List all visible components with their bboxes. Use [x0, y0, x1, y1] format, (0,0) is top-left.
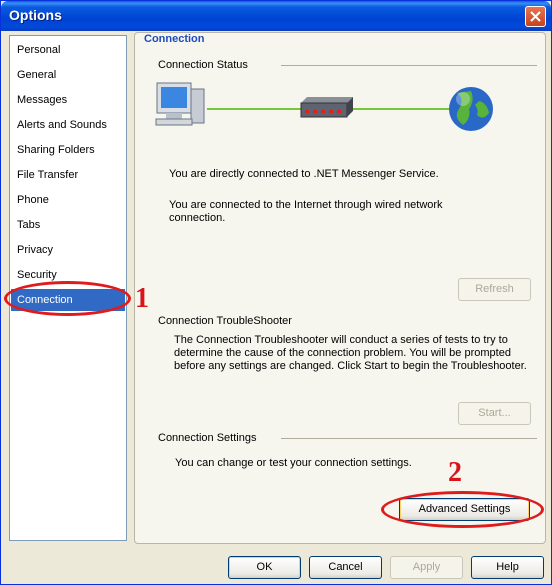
- connection-status-header: Connection Status: [158, 59, 248, 71]
- close-icon: [530, 11, 541, 22]
- help-button[interactable]: Help: [471, 556, 544, 579]
- start-button[interactable]: Start...: [458, 402, 531, 425]
- sidebar-item-alerts-and-sounds[interactable]: Alerts and Sounds: [11, 114, 125, 136]
- annotation-ellipse-2: [381, 491, 544, 528]
- sidebar-item-personal[interactable]: Personal: [11, 39, 125, 61]
- sidebar-item-tabs[interactable]: Tabs: [11, 214, 125, 236]
- connection-settings-header: Connection Settings: [158, 432, 257, 444]
- router-icon: [300, 97, 353, 118]
- connection-diagram: [155, 82, 493, 131]
- sidebar-item-general[interactable]: General: [11, 64, 125, 86]
- annotation-ellipse-1: [4, 281, 131, 316]
- window-title: Options: [9, 7, 62, 23]
- options-dialog: Options Personal General Messages Alerts…: [0, 0, 552, 585]
- panel-title: Connection: [142, 33, 207, 45]
- divider: [281, 65, 537, 66]
- sidebar-item-messages[interactable]: Messages: [11, 89, 125, 111]
- computer-icon: [155, 82, 205, 126]
- globe-icon: [449, 87, 493, 131]
- divider: [281, 438, 537, 439]
- refresh-button[interactable]: Refresh: [458, 278, 531, 301]
- apply-button[interactable]: Apply: [390, 556, 463, 579]
- direct-connection-text: You are directly connected to .NET Messe…: [169, 168, 439, 180]
- ok-button[interactable]: OK: [228, 556, 301, 579]
- sidebar-item-privacy[interactable]: Privacy: [11, 239, 125, 261]
- sidebar-item-file-transfer[interactable]: File Transfer: [11, 164, 125, 186]
- internet-connection-text: You are connected to the Internet throug…: [169, 199, 443, 224]
- close-button[interactable]: [525, 6, 546, 27]
- title-bar[interactable]: Options: [1, 1, 551, 31]
- cancel-button[interactable]: Cancel: [309, 556, 382, 579]
- connection-panel: Connection Connection Status You are dir…: [134, 32, 546, 544]
- sidebar-item-sharing-folders[interactable]: Sharing Folders: [11, 139, 125, 161]
- settings-description: You can change or test your connection s…: [175, 457, 412, 469]
- sidebar-item-phone[interactable]: Phone: [11, 189, 125, 211]
- annotation-marker-1: 1: [135, 283, 149, 314]
- troubleshooter-header: Connection TroubleShooter: [158, 315, 292, 327]
- annotation-marker-2: 2: [448, 457, 462, 488]
- troubleshooter-description: The Connection Troubleshooter will condu…: [174, 334, 527, 372]
